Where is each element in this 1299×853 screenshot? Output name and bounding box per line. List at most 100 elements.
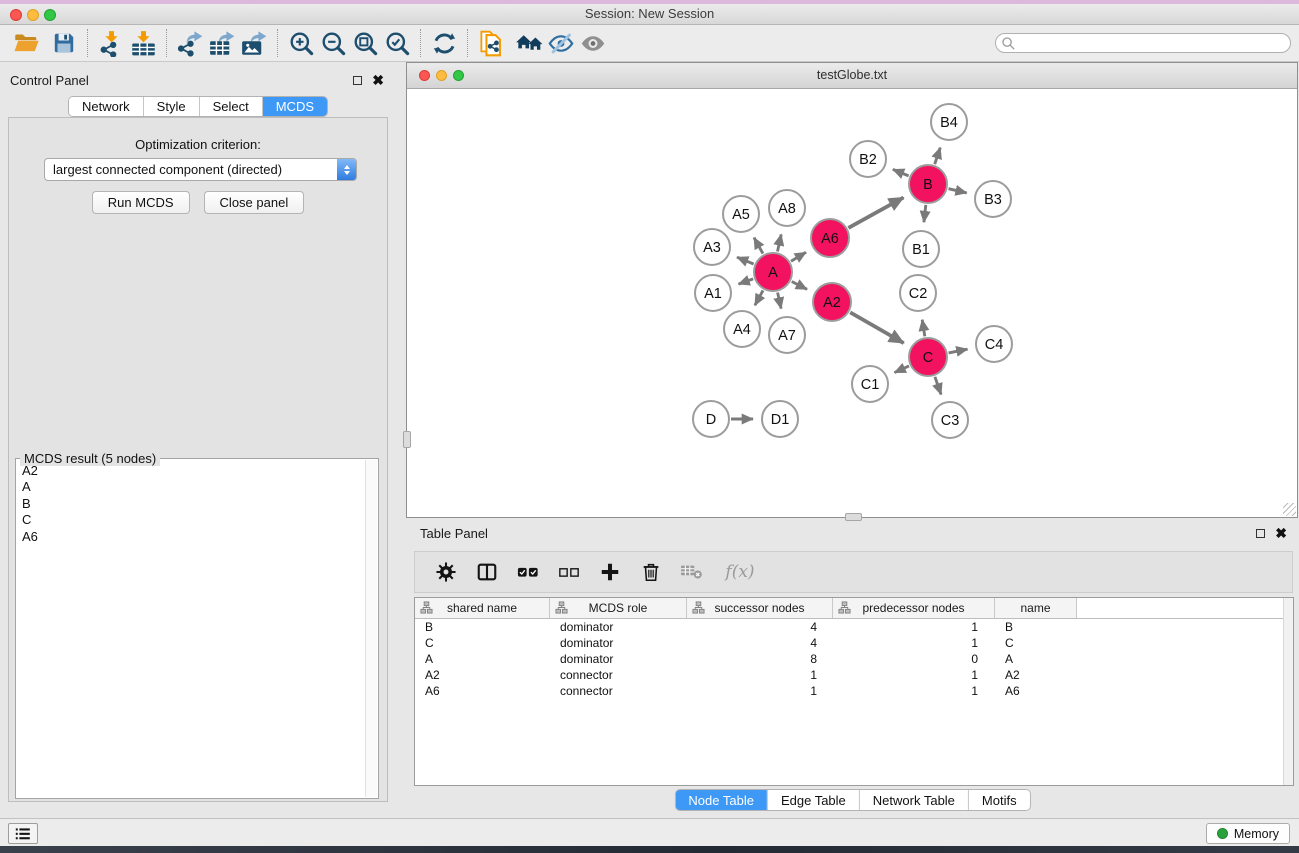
delete-columns-button[interactable]	[638, 557, 664, 587]
deselect-all-rows-button[interactable]	[556, 557, 582, 587]
edge-A2-C[interactable]	[850, 312, 904, 343]
table-cell[interactable]: 1	[833, 619, 995, 635]
tab-edge-table[interactable]: Edge Table	[767, 790, 859, 810]
task-history-button[interactable]	[8, 823, 38, 844]
save-session-button[interactable]	[48, 28, 80, 58]
edge-A-A2[interactable]	[792, 282, 807, 290]
export-table-button[interactable]	[206, 28, 238, 58]
table-cell[interactable]: dominator	[550, 635, 687, 651]
table-cell[interactable]: 1	[833, 667, 995, 683]
table-cell[interactable]: 1	[833, 683, 995, 699]
network-canvas[interactable]: AA1A2A3A4A5A6A7A8BB1B2B3B4CC1C2C3C4DD1	[407, 90, 1297, 517]
show-all-button[interactable]	[577, 28, 609, 58]
tab-mcds[interactable]: MCDS	[262, 97, 327, 116]
edge-C-C3[interactable]	[935, 377, 941, 395]
show-home-button[interactable]	[513, 28, 545, 58]
tab-select[interactable]: Select	[199, 97, 262, 116]
edge-C-C4[interactable]	[949, 349, 968, 353]
memory-button[interactable]: Memory	[1206, 823, 1290, 844]
import-network-button[interactable]	[95, 28, 127, 58]
table-cell[interactable]: A6	[995, 683, 1077, 699]
table-cell[interactable]: A	[415, 651, 550, 667]
tab-network-table[interactable]: Network Table	[859, 790, 968, 810]
delete-table-button[interactable]	[679, 557, 705, 587]
hide-selected-button[interactable]	[545, 28, 577, 58]
network-zoom-button[interactable]	[453, 70, 464, 81]
edge-B-B1[interactable]	[924, 205, 926, 222]
table-cell[interactable]: connector	[550, 667, 687, 683]
edge-B-B3[interactable]	[949, 189, 967, 193]
table-cell[interactable]: C	[415, 635, 550, 651]
table-cell[interactable]: 1	[833, 635, 995, 651]
edge-A-A6[interactable]	[791, 252, 806, 261]
float-panel-icon[interactable]	[353, 76, 362, 85]
table-cell[interactable]: A2	[995, 667, 1077, 683]
network-minimize-button[interactable]	[436, 70, 447, 81]
zoom-out-button[interactable]	[317, 28, 349, 58]
float-panel-icon[interactable]	[1256, 529, 1265, 538]
table-row[interactable]: A6connector11A6	[415, 683, 1293, 699]
table-cell[interactable]: B	[995, 619, 1077, 635]
zoom-window-button[interactable]	[44, 9, 56, 21]
network-close-button[interactable]	[419, 70, 430, 81]
column-header-predecessor-nodes[interactable]: predecessor nodes	[833, 598, 995, 618]
window-resize-grip[interactable]	[1283, 503, 1296, 516]
column-header-mcds-role[interactable]: MCDS role	[550, 598, 687, 618]
table-cell[interactable]: 4	[687, 619, 833, 635]
edge-A-A8[interactable]	[778, 234, 782, 251]
refresh-button[interactable]	[428, 28, 460, 58]
criterion-select[interactable]: largest connected component (directed)	[44, 158, 357, 181]
search-input[interactable]	[1016, 35, 1290, 51]
tab-style[interactable]: Style	[143, 97, 199, 116]
minimize-button[interactable]	[27, 9, 39, 21]
import-table-button[interactable]	[127, 28, 159, 58]
list-item[interactable]: A6	[17, 529, 365, 545]
export-image-button[interactable]	[238, 28, 270, 58]
edge-A-A7[interactable]	[778, 293, 782, 309]
edge-A-A4[interactable]	[755, 290, 763, 305]
column-header-shared-name[interactable]: shared name	[415, 598, 550, 618]
tab-node-table[interactable]: Node Table	[675, 790, 767, 810]
table-cell[interactable]: C	[995, 635, 1077, 651]
edge-A-A5[interactable]	[754, 238, 763, 254]
close-panel-button[interactable]: Close panel	[204, 191, 305, 214]
select-all-rows-button[interactable]	[515, 557, 541, 587]
table-cell[interactable]: A2	[415, 667, 550, 683]
table-row[interactable]: Bdominator41B	[415, 619, 1293, 635]
list-item[interactable]: A	[17, 479, 365, 495]
list-item[interactable]: B	[17, 496, 365, 512]
table-row[interactable]: A2connector11A2	[415, 667, 1293, 683]
split-divider-grip[interactable]	[403, 431, 411, 448]
table-cell[interactable]: 8	[687, 651, 833, 667]
open-session-button[interactable]	[10, 28, 42, 58]
table-cell[interactable]: 1	[687, 683, 833, 699]
result-list-scrollbar[interactable]	[365, 460, 377, 797]
list-item[interactable]: A2	[17, 463, 365, 479]
close-button[interactable]	[10, 9, 22, 21]
close-panel-icon[interactable]: ✖	[1275, 528, 1287, 538]
zoom-selected-button[interactable]	[381, 28, 413, 58]
edge-B-B2[interactable]	[893, 169, 909, 176]
edge-A-A3[interactable]	[737, 257, 754, 264]
table-scrollbar[interactable]	[1283, 598, 1293, 785]
edge-B-B4[interactable]	[935, 148, 941, 165]
create-column-button[interactable]	[597, 557, 623, 587]
edge-A6-B[interactable]	[848, 198, 903, 228]
column-header-name[interactable]: name	[995, 598, 1077, 618]
new-network-from-selection-button[interactable]	[475, 28, 507, 58]
table-cell[interactable]: 0	[833, 651, 995, 667]
show-hide-columns-button[interactable]	[474, 557, 500, 587]
export-network-button[interactable]	[174, 28, 206, 58]
zoom-in-button[interactable]	[285, 28, 317, 58]
table-row[interactable]: Adominator80A	[415, 651, 1293, 667]
close-panel-icon[interactable]: ✖	[372, 75, 384, 85]
table-row[interactable]: Cdominator41C	[415, 635, 1293, 651]
edge-A-A1[interactable]	[739, 279, 754, 284]
table-cell[interactable]: A	[995, 651, 1077, 667]
column-header-successor-nodes[interactable]: successor nodes	[687, 598, 833, 618]
table-cell[interactable]: dominator	[550, 651, 687, 667]
zoom-fit-button[interactable]	[349, 28, 381, 58]
table-cell[interactable]: 4	[687, 635, 833, 651]
table-cell[interactable]: B	[415, 619, 550, 635]
list-item[interactable]: C	[17, 512, 365, 528]
